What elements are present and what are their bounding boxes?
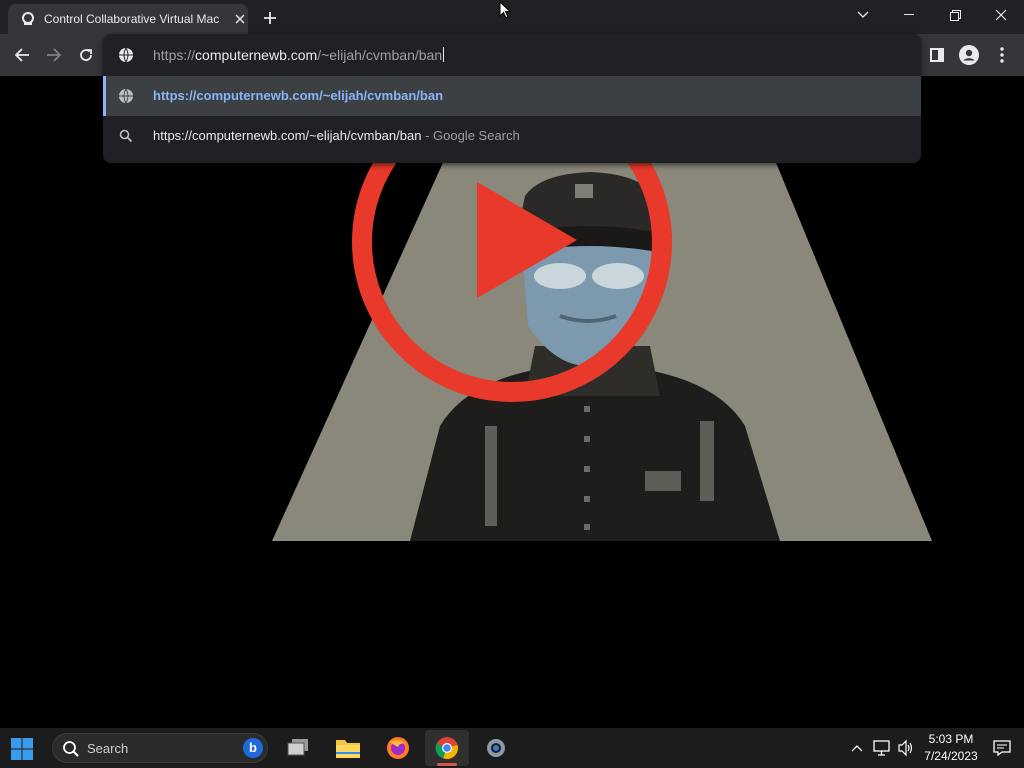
system-clock[interactable]: 5:03 PM 7/24/2023 bbox=[916, 731, 986, 765]
tab-title: Control Collaborative Virtual Mac bbox=[44, 12, 220, 26]
chevron-down-icon[interactable] bbox=[840, 0, 886, 30]
video-thumbnail[interactable] bbox=[0, 76, 1024, 728]
tab-close-icon[interactable] bbox=[232, 11, 248, 27]
omnibox-dropdown: https://computernewb.com/~elijah/cvmban/… bbox=[103, 34, 921, 163]
chrome-icon[interactable] bbox=[425, 730, 469, 766]
suggestion-search-text: https://computernewb.com/~elijah/cvmban/… bbox=[153, 128, 422, 143]
chevron-up-icon[interactable] bbox=[851, 738, 863, 763]
taskbar-search[interactable]: Search b bbox=[52, 733, 268, 763]
firefox-icon[interactable] bbox=[376, 730, 420, 766]
windows-start-icon[interactable] bbox=[10, 737, 34, 761]
search-icon bbox=[118, 128, 134, 149]
file-explorer-icon[interactable] bbox=[326, 730, 370, 766]
title-bar: Control Collaborative Virtual Mac bbox=[0, 0, 1024, 34]
globe-icon bbox=[118, 47, 134, 68]
suggestion-search[interactable]: https://computernewb.com/~elijah/cvmban/… bbox=[103, 116, 921, 156]
plus-icon[interactable] bbox=[258, 6, 282, 30]
restore-icon[interactable] bbox=[932, 0, 978, 30]
taskbar-search-label: Search bbox=[87, 741, 129, 756]
settings-icon[interactable] bbox=[474, 730, 518, 766]
back-arrow-icon[interactable] bbox=[8, 41, 36, 69]
profile-icon[interactable] bbox=[955, 41, 983, 69]
mouse-cursor-icon bbox=[499, 0, 512, 24]
volume-icon[interactable] bbox=[898, 738, 914, 763]
minimize-icon[interactable] bbox=[886, 0, 932, 30]
clock-time: 5:03 PM bbox=[928, 732, 974, 746]
reload-icon[interactable] bbox=[72, 41, 100, 69]
globe-icon bbox=[118, 88, 134, 109]
network-icon[interactable] bbox=[873, 738, 891, 763]
menu-kebab-icon[interactable] bbox=[988, 41, 1016, 69]
windows-taskbar: Search b 5:03 PM 7/24/2023 bbox=[0, 728, 1024, 768]
page-viewport bbox=[0, 76, 1024, 728]
browser-tab[interactable]: Control Collaborative Virtual Mac bbox=[8, 4, 248, 34]
suggestion-search-desc: - Google Search bbox=[421, 128, 520, 143]
side-panel-icon[interactable] bbox=[923, 41, 951, 69]
active-app-indicator bbox=[437, 763, 457, 766]
forward-arrow-icon[interactable] bbox=[40, 41, 68, 69]
clock-date: 7/24/2023 bbox=[924, 749, 978, 763]
task-view-icon[interactable] bbox=[276, 730, 320, 766]
cvm-logo-icon bbox=[20, 11, 36, 27]
address-bar[interactable]: https://computernewb.com/~elijah/cvmban/… bbox=[103, 34, 921, 76]
suggestion-url[interactable]: https://computernewb.com/~elijah/cvmban/… bbox=[103, 76, 921, 116]
suggestion-url-text: https://computernewb.com/~elijah/cvmban/… bbox=[153, 88, 444, 103]
notification-icon[interactable] bbox=[993, 739, 1011, 762]
close-icon[interactable] bbox=[978, 0, 1024, 30]
url-input[interactable]: https://computernewb.com/~elijah/cvmban/… bbox=[153, 47, 445, 63]
bing-icon[interactable]: b bbox=[243, 738, 263, 758]
search-icon bbox=[62, 740, 80, 763]
